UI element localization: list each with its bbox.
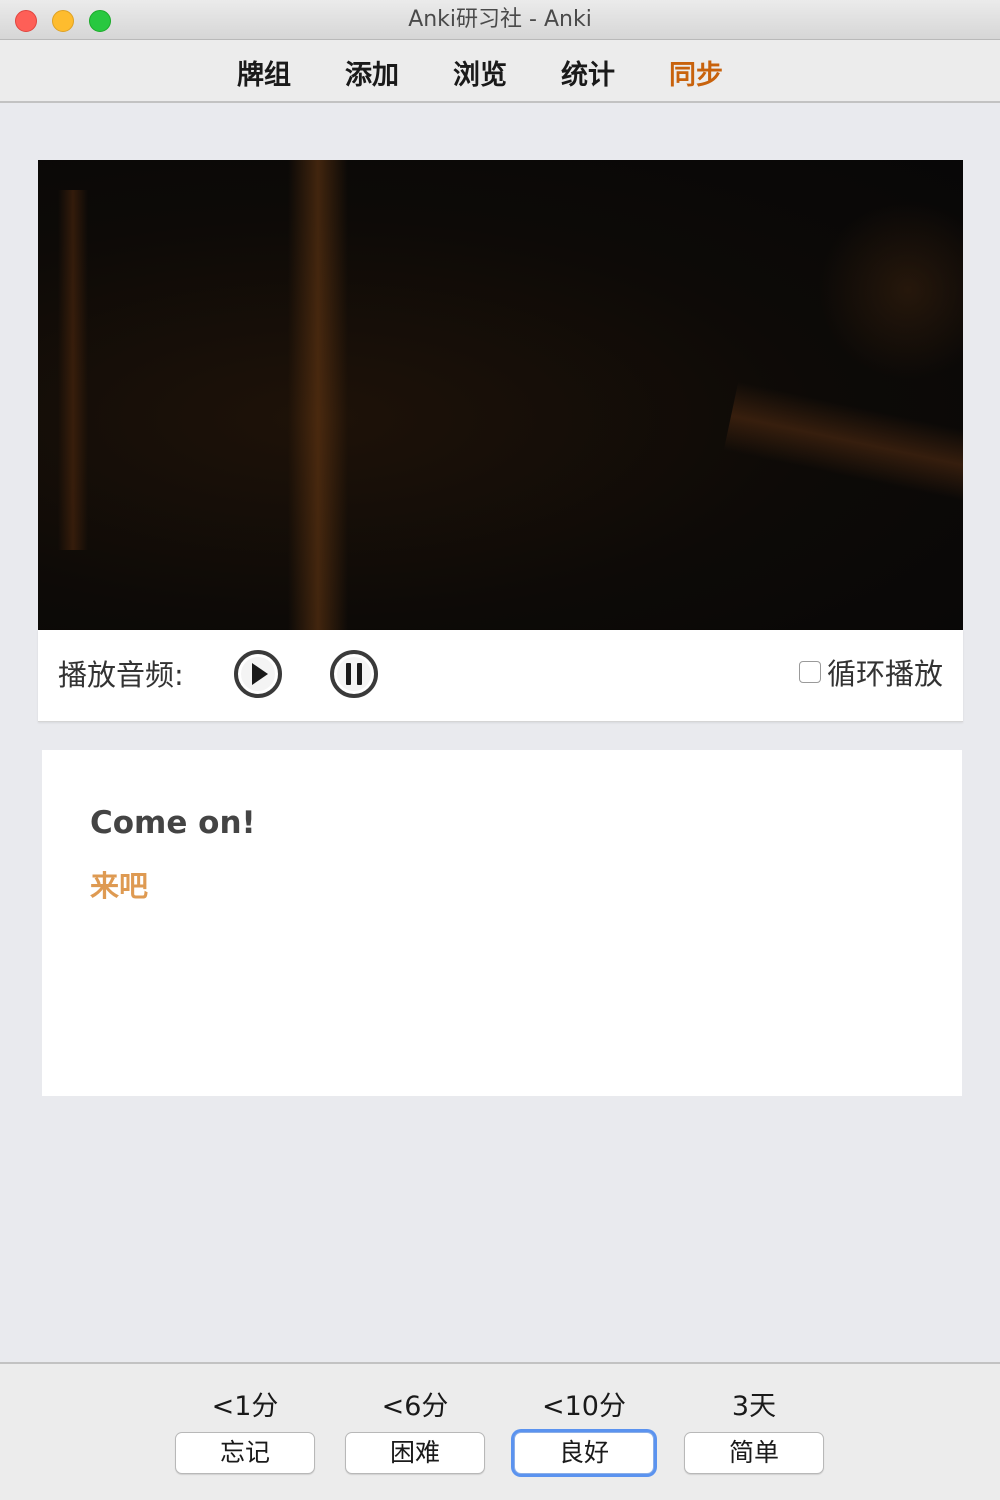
main-toolbar: 牌组 添加 浏览 统计 同步 xyxy=(0,40,1000,103)
loop-label: 循环播放 xyxy=(826,657,943,691)
play-icon xyxy=(234,650,282,698)
easy-interval: 3天 xyxy=(731,1391,777,1422)
good-interval: <10分 xyxy=(542,1391,626,1422)
toolbar-decks-link[interactable]: 牌组 xyxy=(237,53,291,92)
toolbar-stats-link[interactable]: 统计 xyxy=(561,53,615,92)
toolbar-browse-link[interactable]: 浏览 xyxy=(453,53,507,92)
video-highlight xyxy=(58,190,88,550)
hard-button[interactable]: 困难 xyxy=(345,1432,485,1474)
loop-toggle[interactable]: 循环播放 xyxy=(798,654,943,691)
answer-bar: <1分 <6分 <10分 3天 忘记 困难 良好 简单 xyxy=(0,1362,1000,1500)
video-highlight xyxy=(723,381,963,509)
audio-label: 播放音频: xyxy=(58,658,184,692)
window-title: Anki研习社 - Anki xyxy=(408,7,592,32)
window-titlebar: Anki研习社 - Anki xyxy=(0,0,1000,40)
good-button[interactable]: 良好 xyxy=(514,1432,654,1474)
card-english-text: Come on! xyxy=(90,805,256,841)
pause-icon xyxy=(330,650,378,698)
again-interval: <1分 xyxy=(211,1391,279,1422)
pause-audio-button[interactable] xyxy=(329,649,379,699)
easy-button[interactable]: 简单 xyxy=(684,1432,824,1474)
audio-controls: 播放音频: 循环播放 xyxy=(38,630,963,722)
video-frame[interactable] xyxy=(38,160,963,630)
card-content: Come on! 来吧 xyxy=(42,750,962,1096)
video-highlight xyxy=(288,160,348,630)
toolbar-add-link[interactable]: 添加 xyxy=(345,53,399,92)
play-audio-button[interactable] xyxy=(233,649,283,699)
video-highlight xyxy=(818,200,963,380)
again-button[interactable]: 忘记 xyxy=(175,1432,315,1474)
hard-interval: <6分 xyxy=(381,1391,449,1422)
loop-checkbox[interactable] xyxy=(798,661,821,683)
toolbar-sync-link[interactable]: 同步 xyxy=(669,53,723,92)
card-chinese-text: 来吧 xyxy=(90,869,149,903)
